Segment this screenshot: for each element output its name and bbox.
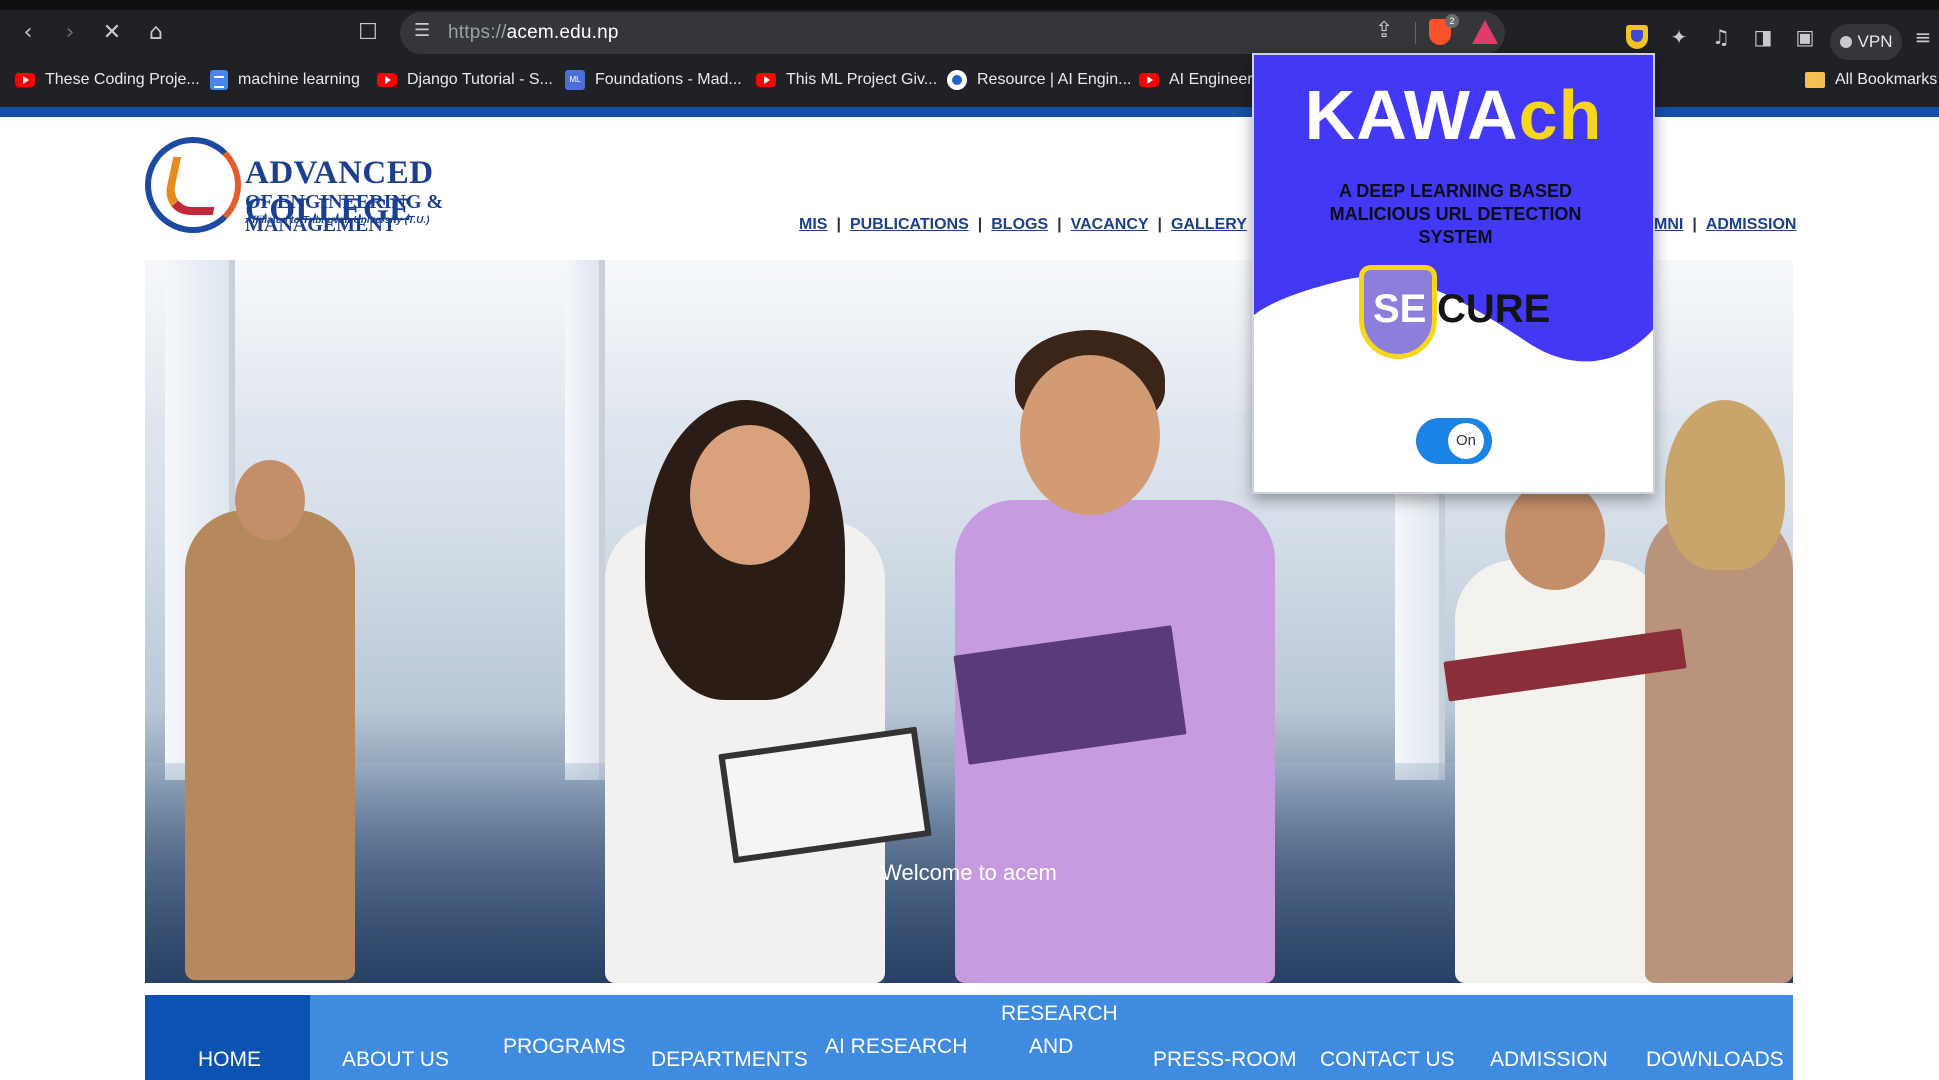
url-host: acem.edu.np [506,22,619,43]
bookmark-item[interactable]: Django Tutorial - S... [377,67,553,93]
bookmark-label: Foundations - Mad... [595,71,742,88]
share-icon[interactable]: ⇪ [1375,18,1393,43]
hero-caption: Welcome to acem [881,860,1057,885]
stop-loading-icon[interactable]: ✕ [96,16,128,48]
bookmark-label: These Coding Proje... [45,71,200,88]
vpn-status-icon [1839,36,1852,48]
youtube-icon [756,73,776,87]
brave-rewards-icon[interactable] [1472,20,1498,44]
bookmark-label: machine learning [238,71,360,88]
address-divider [1415,22,1416,44]
toplink-divider: | [836,216,841,233]
toplink-mis[interactable]: MIS [799,216,827,233]
student-head [1505,480,1605,590]
bookmark-page-icon[interactable]: ☐ [352,16,384,48]
student-head [1020,355,1160,515]
madewithml-icon: ML [565,70,585,90]
resource-icon [947,70,967,90]
secure-logo: SE CURE [1359,265,1559,365]
toplink-alumni[interactable]: MNI [1654,216,1683,233]
home-icon[interactable]: ⌂ [140,16,172,48]
vpn-button[interactable]: VPN [1830,24,1902,60]
toplink-divider: | [977,216,983,233]
student-hair [1665,400,1785,570]
nav-research-line1[interactable]: RESEARCH [1001,997,1118,1031]
extensions-puzzle-icon[interactable]: ✦ [1664,22,1694,52]
popup-title-main: KAWA [1304,76,1519,154]
kawach-extension-popup: KAWAch A DEEP LEARNING BASED MALICIOUS U… [1252,53,1655,494]
nav-downloads[interactable]: DOWNLOADS [1646,1043,1784,1077]
toplink-gallery[interactable]: GALLERY [1171,216,1247,233]
menu-icon[interactable]: ≡ [1908,22,1938,52]
popup-title-accent: ch [1518,76,1603,154]
nav-press-room[interactable]: PRESS-ROOM [1153,1043,1297,1077]
popup-title: KAWAch [1254,75,1653,155]
bookmark-item[interactable]: AI Engineer [1139,67,1253,93]
bookmark-item[interactable]: These Coding Proje... [15,67,200,93]
student-right [1455,560,1665,983]
nav-home[interactable]: HOME [198,1043,261,1077]
nav-research-line2[interactable]: AND [1029,1030,1073,1064]
toplink-divider: | [1157,216,1163,233]
all-bookmarks-button[interactable]: All Bookmarks [1805,67,1937,93]
all-bookmarks-label: All Bookmarks [1835,71,1938,88]
nav-ai-research[interactable]: AI RESEARCH [825,1030,967,1064]
sidebar-toggle-icon[interactable]: ◨ [1748,22,1778,52]
student-left [185,510,355,980]
bookmark-label: Resource | AI Engin... [977,71,1132,88]
toplink-divider: | [1692,216,1697,233]
forward-icon[interactable]: › [54,16,86,48]
bookmark-label: Django Tutorial - S... [407,71,553,88]
toplink-admission[interactable]: ADMISSION [1706,216,1797,233]
folder-icon [1805,72,1825,88]
browser-toolbar: ‹ › ✕ ⌂ ☐ ☰ https://acem.edu.np ⇪ 2 ✦ ♫ … [0,10,1939,60]
toplink-divider: | [1057,216,1062,233]
student-head [690,425,810,565]
wallet-icon[interactable]: ▣ [1790,22,1820,52]
nav-about-us[interactable]: ABOUT US [342,1043,449,1077]
bookmark-label: AI Engineer [1169,71,1253,88]
youtube-icon [1139,73,1159,87]
brave-shields-count: 2 [1445,14,1459,28]
kawach-extension-icon[interactable] [1622,22,1652,52]
address-bar[interactable]: ☰ https://acem.edu.np ⇪ 2 [400,12,1505,54]
nav-departments[interactable]: DEPARTMENTS [651,1043,808,1077]
nav-programs[interactable]: PROGRAMS [503,1030,626,1064]
brave-shields-icon[interactable]: 2 [1427,14,1459,46]
bookmark-item[interactable]: machine learning [210,67,360,93]
youtube-icon [15,73,35,87]
logo-subtitle: OF ENGINEERING & MANAGEMENT [245,191,444,236]
toplink-vacancy[interactable]: VACANCY [1071,216,1149,233]
top-links-right: MNI | ADMISSION [1654,216,1796,234]
url-protocol: https:// [448,22,507,43]
youtube-icon [377,73,397,87]
toggle-label: On [1448,423,1484,459]
document-icon [210,70,228,90]
site-settings-icon[interactable]: ☰ [414,20,430,41]
protection-toggle[interactable]: On [1416,418,1492,464]
toplink-publications[interactable]: PUBLICATIONS [850,216,969,233]
nav-contact-us[interactable]: CONTACT US [1320,1043,1455,1077]
top-links-left: MIS|PUBLICATIONS|BLOGS|VACANCY|GALLERY|V… [799,216,1285,234]
secure-logo-cure: CURE [1437,287,1551,331]
student-head [235,460,305,540]
back-icon[interactable]: ‹ [12,16,44,48]
vpn-label: VPN [1857,32,1893,51]
college-logo[interactable]: ADVANCED COLLEGE OF ENGINEERING & MANAGE… [145,137,535,237]
bookmark-item[interactable]: Resource | AI Engin... [947,67,1131,93]
toplink-blogs[interactable]: BLOGS [991,216,1048,233]
nav-admission[interactable]: ADMISSION [1490,1043,1608,1077]
bookmark-label: This ML Project Giv... [786,71,938,88]
hero-pillar [565,260,605,780]
window-top-strip [0,0,1939,10]
media-music-icon[interactable]: ♫ [1706,22,1736,52]
popup-subtitle: A DEEP LEARNING BASED MALICIOUS URL DETE… [1329,181,1582,247]
url-text[interactable]: https://acem.edu.np [448,22,619,44]
student-far-right [1645,510,1793,983]
bookmark-item[interactable]: ML Foundations - Mad... [565,67,742,93]
main-navigation: HOME ABOUT US PROGRAMS DEPARTMENTS AI RE… [145,995,1793,1080]
logo-affiliation: Affiliated to Tribhuvan University (T.U.… [245,215,430,226]
bookmark-item[interactable]: This ML Project Giv... [756,67,937,93]
secure-logo-se: SE [1373,287,1427,331]
